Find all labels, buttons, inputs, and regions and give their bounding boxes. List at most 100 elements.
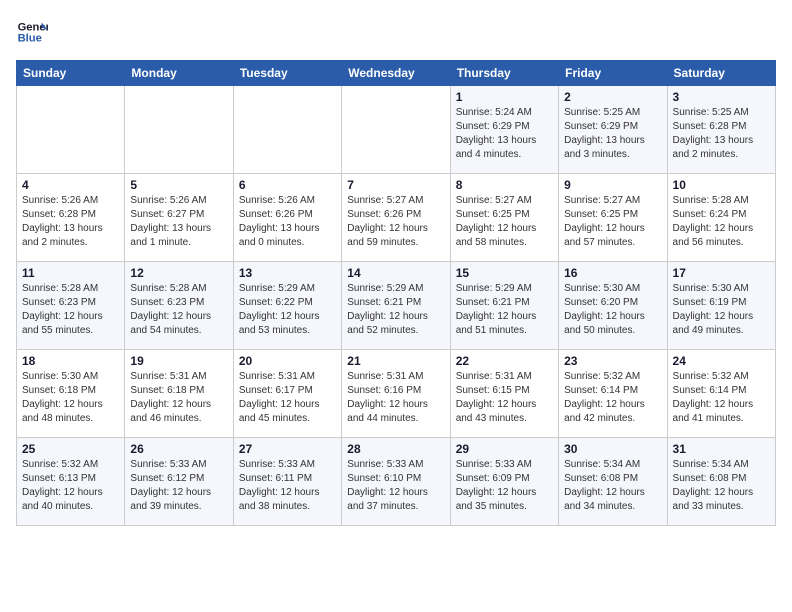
day-number: 18 xyxy=(22,354,119,368)
day-number: 16 xyxy=(564,266,661,280)
day-number: 24 xyxy=(673,354,770,368)
weekday-header-wednesday: Wednesday xyxy=(342,61,450,86)
calendar-cell: 31 Sunrise: 5:34 AM Sunset: 6:08 PM Dayli… xyxy=(667,438,775,526)
calendar-cell: 18 Sunrise: 5:30 AM Sunset: 6:18 PM Dayli… xyxy=(17,350,125,438)
calendar-cell: 19Sunrise: 5:31 AM Sunset: 6:18 PM Dayli… xyxy=(125,350,233,438)
day-info: Sunrise: 5:28 AM Sunset: 6:24 PM Dayligh… xyxy=(673,194,770,250)
day-number: 25 xyxy=(22,442,119,456)
day-number: 13 xyxy=(239,266,336,280)
calendar-cell: 30 Sunrise: 5:34 AM Sunset: 6:08 PM Dayli… xyxy=(559,438,667,526)
calendar-cell: 28 Sunrise: 5:33 AM Sunset: 6:10 PM Dayli… xyxy=(342,438,450,526)
calendar-cell: 11 Sunrise: 5:28 AM Sunset: 6:23 PM Dayli… xyxy=(17,262,125,350)
day-number: 6 xyxy=(239,178,336,192)
logo: General Blue xyxy=(16,16,52,48)
day-info: Sunrise: 5:29 AM Sunset: 6:21 PM Dayligh… xyxy=(347,282,444,338)
day-info: Sunrise: 5:30 AM Sunset: 6:20 PM Dayligh… xyxy=(564,282,661,338)
calendar-cell: 4 Sunrise: 5:26 AM Sunset: 6:28 PM Daylig… xyxy=(17,174,125,262)
day-number: 26 xyxy=(130,442,227,456)
day-number: 1 xyxy=(456,90,553,104)
calendar-cell: 13 Sunrise: 5:29 AM Sunset: 6:22 PM Dayli… xyxy=(233,262,341,350)
calendar-cell: 26Sunrise: 5:33 AM Sunset: 6:12 PM Dayli… xyxy=(125,438,233,526)
calendar-cell: 14 Sunrise: 5:29 AM Sunset: 6:21 PM Dayli… xyxy=(342,262,450,350)
calendar-cell: 1 Sunrise: 5:24 AM Sunset: 6:29 PM Daylig… xyxy=(450,86,558,174)
calendar-cell: 25 Sunrise: 5:32 AM Sunset: 6:13 PM Dayli… xyxy=(17,438,125,526)
day-info: Sunrise: 5:31 AM Sunset: 6:15 PM Dayligh… xyxy=(456,370,553,426)
weekday-header-thursday: Thursday xyxy=(450,61,558,86)
day-number: 2 xyxy=(564,90,661,104)
day-info: Sunrise: 5:33 AM Sunset: 6:11 PM Dayligh… xyxy=(239,458,336,514)
calendar-cell: 2 Sunrise: 5:25 AM Sunset: 6:29 PM Daylig… xyxy=(559,86,667,174)
day-info: Sunrise: 5:34 AM Sunset: 6:08 PM Dayligh… xyxy=(673,458,770,514)
day-info: Sunrise: 5:32 AM Sunset: 6:13 PM Dayligh… xyxy=(22,458,119,514)
calendar-cell: 23 Sunrise: 5:32 AM Sunset: 6:14 PM Dayli… xyxy=(559,350,667,438)
day-number: 12 xyxy=(130,266,227,280)
day-number: 31 xyxy=(673,442,770,456)
page-header: General Blue xyxy=(16,16,776,48)
day-number: 11 xyxy=(22,266,119,280)
day-number: 7 xyxy=(347,178,444,192)
day-number: 5 xyxy=(130,178,227,192)
weekday-header-saturday: Saturday xyxy=(667,61,775,86)
calendar-cell: 3Sunrise: 5:25 AM Sunset: 6:28 PM Daylig… xyxy=(667,86,775,174)
calendar-cell: 5 Sunrise: 5:26 AM Sunset: 6:27 PM Daylig… xyxy=(125,174,233,262)
day-info: Sunrise: 5:29 AM Sunset: 6:21 PM Dayligh… xyxy=(456,282,553,338)
calendar-cell: 12 Sunrise: 5:28 AM Sunset: 6:23 PM Dayli… xyxy=(125,262,233,350)
day-number: 28 xyxy=(347,442,444,456)
calendar-cell: 21 Sunrise: 5:31 AM Sunset: 6:16 PM Dayli… xyxy=(342,350,450,438)
day-info: Sunrise: 5:26 AM Sunset: 6:27 PM Dayligh… xyxy=(130,194,227,250)
calendar-cell xyxy=(342,86,450,174)
day-number: 19 xyxy=(130,354,227,368)
weekday-header-sunday: Sunday xyxy=(17,61,125,86)
calendar-cell: 17Sunrise: 5:30 AM Sunset: 6:19 PM Dayli… xyxy=(667,262,775,350)
day-info: Sunrise: 5:28 AM Sunset: 6:23 PM Dayligh… xyxy=(22,282,119,338)
weekday-header-monday: Monday xyxy=(125,61,233,86)
calendar-cell: 24 Sunrise: 5:32 AM Sunset: 6:14 PM Dayli… xyxy=(667,350,775,438)
calendar-cell xyxy=(17,86,125,174)
day-info: Sunrise: 5:33 AM Sunset: 6:10 PM Dayligh… xyxy=(347,458,444,514)
day-number: 10 xyxy=(673,178,770,192)
day-info: Sunrise: 5:31 AM Sunset: 6:17 PM Dayligh… xyxy=(239,370,336,426)
day-info: Sunrise: 5:32 AM Sunset: 6:14 PM Dayligh… xyxy=(673,370,770,426)
day-number: 3 xyxy=(673,90,770,104)
day-number: 9 xyxy=(564,178,661,192)
day-info: Sunrise: 5:31 AM Sunset: 6:16 PM Dayligh… xyxy=(347,370,444,426)
day-info: Sunrise: 5:34 AM Sunset: 6:08 PM Dayligh… xyxy=(564,458,661,514)
calendar-cell: 27Sunrise: 5:33 AM Sunset: 6:11 PM Dayli… xyxy=(233,438,341,526)
day-number: 30 xyxy=(564,442,661,456)
calendar-cell xyxy=(233,86,341,174)
day-info: Sunrise: 5:28 AM Sunset: 6:23 PM Dayligh… xyxy=(130,282,227,338)
day-info: Sunrise: 5:30 AM Sunset: 6:19 PM Dayligh… xyxy=(673,282,770,338)
calendar-cell: 16 Sunrise: 5:30 AM Sunset: 6:20 PM Dayli… xyxy=(559,262,667,350)
day-number: 14 xyxy=(347,266,444,280)
day-number: 22 xyxy=(456,354,553,368)
day-number: 20 xyxy=(239,354,336,368)
day-number: 21 xyxy=(347,354,444,368)
svg-text:Blue: Blue xyxy=(18,33,42,45)
day-number: 23 xyxy=(564,354,661,368)
day-info: Sunrise: 5:26 AM Sunset: 6:26 PM Dayligh… xyxy=(239,194,336,250)
calendar-cell: 20 Sunrise: 5:31 AM Sunset: 6:17 PM Dayli… xyxy=(233,350,341,438)
day-number: 29 xyxy=(456,442,553,456)
calendar-cell: 6 Sunrise: 5:26 AM Sunset: 6:26 PM Daylig… xyxy=(233,174,341,262)
weekday-header-friday: Friday xyxy=(559,61,667,86)
logo-icon: General Blue xyxy=(16,16,48,48)
calendar-cell: 22 Sunrise: 5:31 AM Sunset: 6:15 PM Dayli… xyxy=(450,350,558,438)
calendar-cell: 15 Sunrise: 5:29 AM Sunset: 6:21 PM Dayli… xyxy=(450,262,558,350)
calendar-table: SundayMondayTuesdayWednesdayThursdayFrid… xyxy=(16,60,776,526)
day-info: Sunrise: 5:27 AM Sunset: 6:26 PM Dayligh… xyxy=(347,194,444,250)
calendar-cell: 10 Sunrise: 5:28 AM Sunset: 6:24 PM Dayli… xyxy=(667,174,775,262)
day-info: Sunrise: 5:30 AM Sunset: 6:18 PM Dayligh… xyxy=(22,370,119,426)
day-info: Sunrise: 5:32 AM Sunset: 6:14 PM Dayligh… xyxy=(564,370,661,426)
day-info: Sunrise: 5:29 AM Sunset: 6:22 PM Dayligh… xyxy=(239,282,336,338)
day-info: Sunrise: 5:24 AM Sunset: 6:29 PM Dayligh… xyxy=(456,106,553,162)
day-info: Sunrise: 5:26 AM Sunset: 6:28 PM Dayligh… xyxy=(22,194,119,250)
calendar-header: SundayMondayTuesdayWednesdayThursdayFrid… xyxy=(17,61,776,86)
day-info: Sunrise: 5:33 AM Sunset: 6:09 PM Dayligh… xyxy=(456,458,553,514)
day-info: Sunrise: 5:25 AM Sunset: 6:29 PM Dayligh… xyxy=(564,106,661,162)
day-number: 4 xyxy=(22,178,119,192)
day-number: 8 xyxy=(456,178,553,192)
calendar-cell: 29 Sunrise: 5:33 AM Sunset: 6:09 PM Dayli… xyxy=(450,438,558,526)
calendar-cell: 8Sunrise: 5:27 AM Sunset: 6:25 PM Daylig… xyxy=(450,174,558,262)
weekday-header-tuesday: Tuesday xyxy=(233,61,341,86)
day-number: 15 xyxy=(456,266,553,280)
